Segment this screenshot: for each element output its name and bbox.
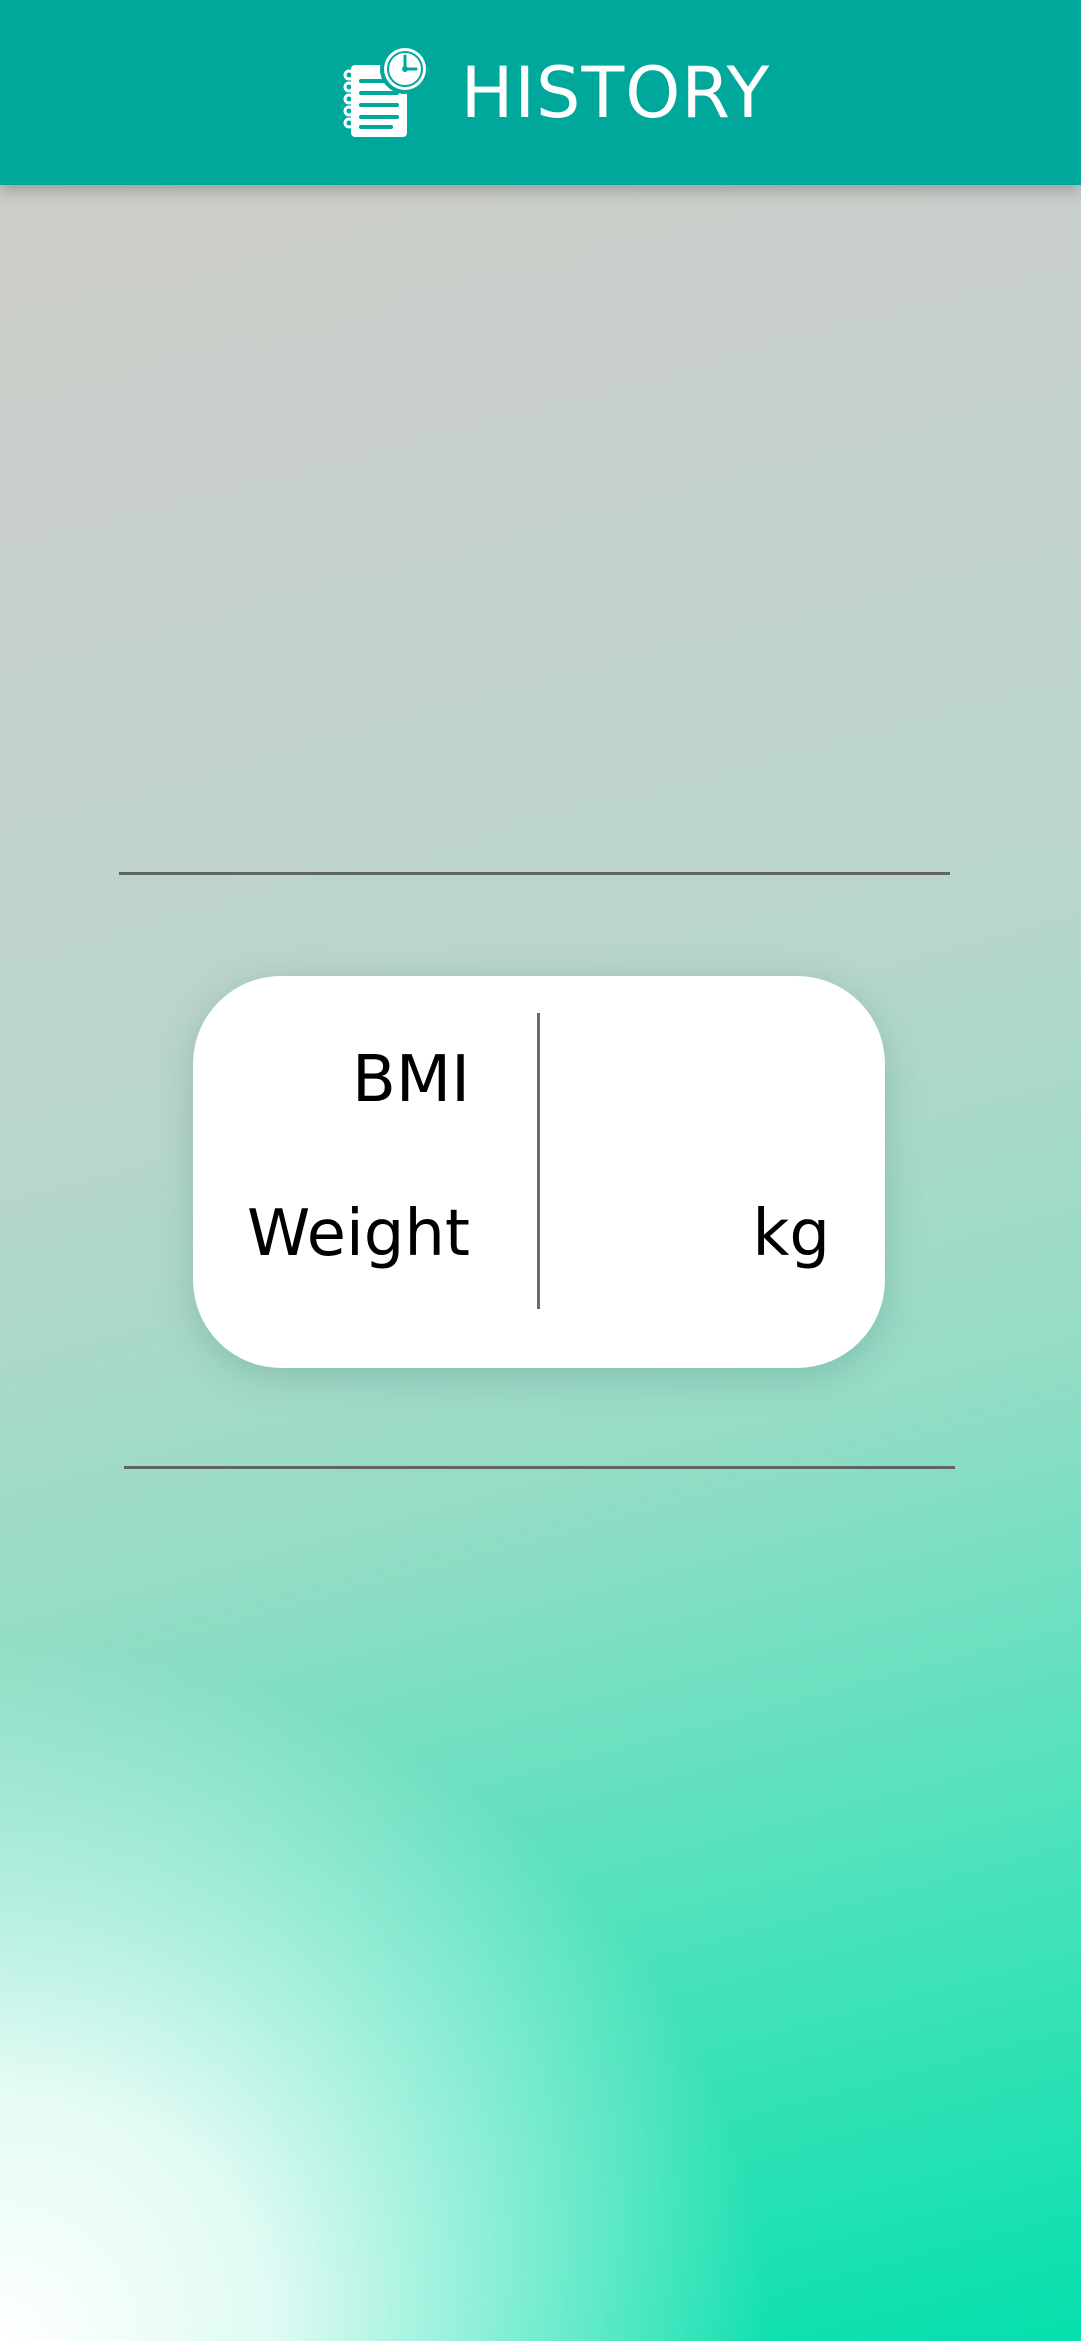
page-title: HISTORY bbox=[460, 51, 771, 134]
app-header: HISTORY bbox=[0, 0, 1081, 185]
history-summary-card: BMI Weight kg bbox=[193, 976, 885, 1368]
history-notebook-clock-icon bbox=[343, 43, 430, 137]
weight-unit: kg bbox=[752, 1197, 830, 1271]
bottom-divider bbox=[124, 1466, 955, 1469]
header-content: HISTORY bbox=[341, 43, 771, 143]
bmi-label: BMI bbox=[352, 1043, 470, 1117]
card-column-separator bbox=[537, 1013, 540, 1309]
top-divider bbox=[119, 872, 950, 875]
weight-label: Weight bbox=[247, 1197, 470, 1271]
